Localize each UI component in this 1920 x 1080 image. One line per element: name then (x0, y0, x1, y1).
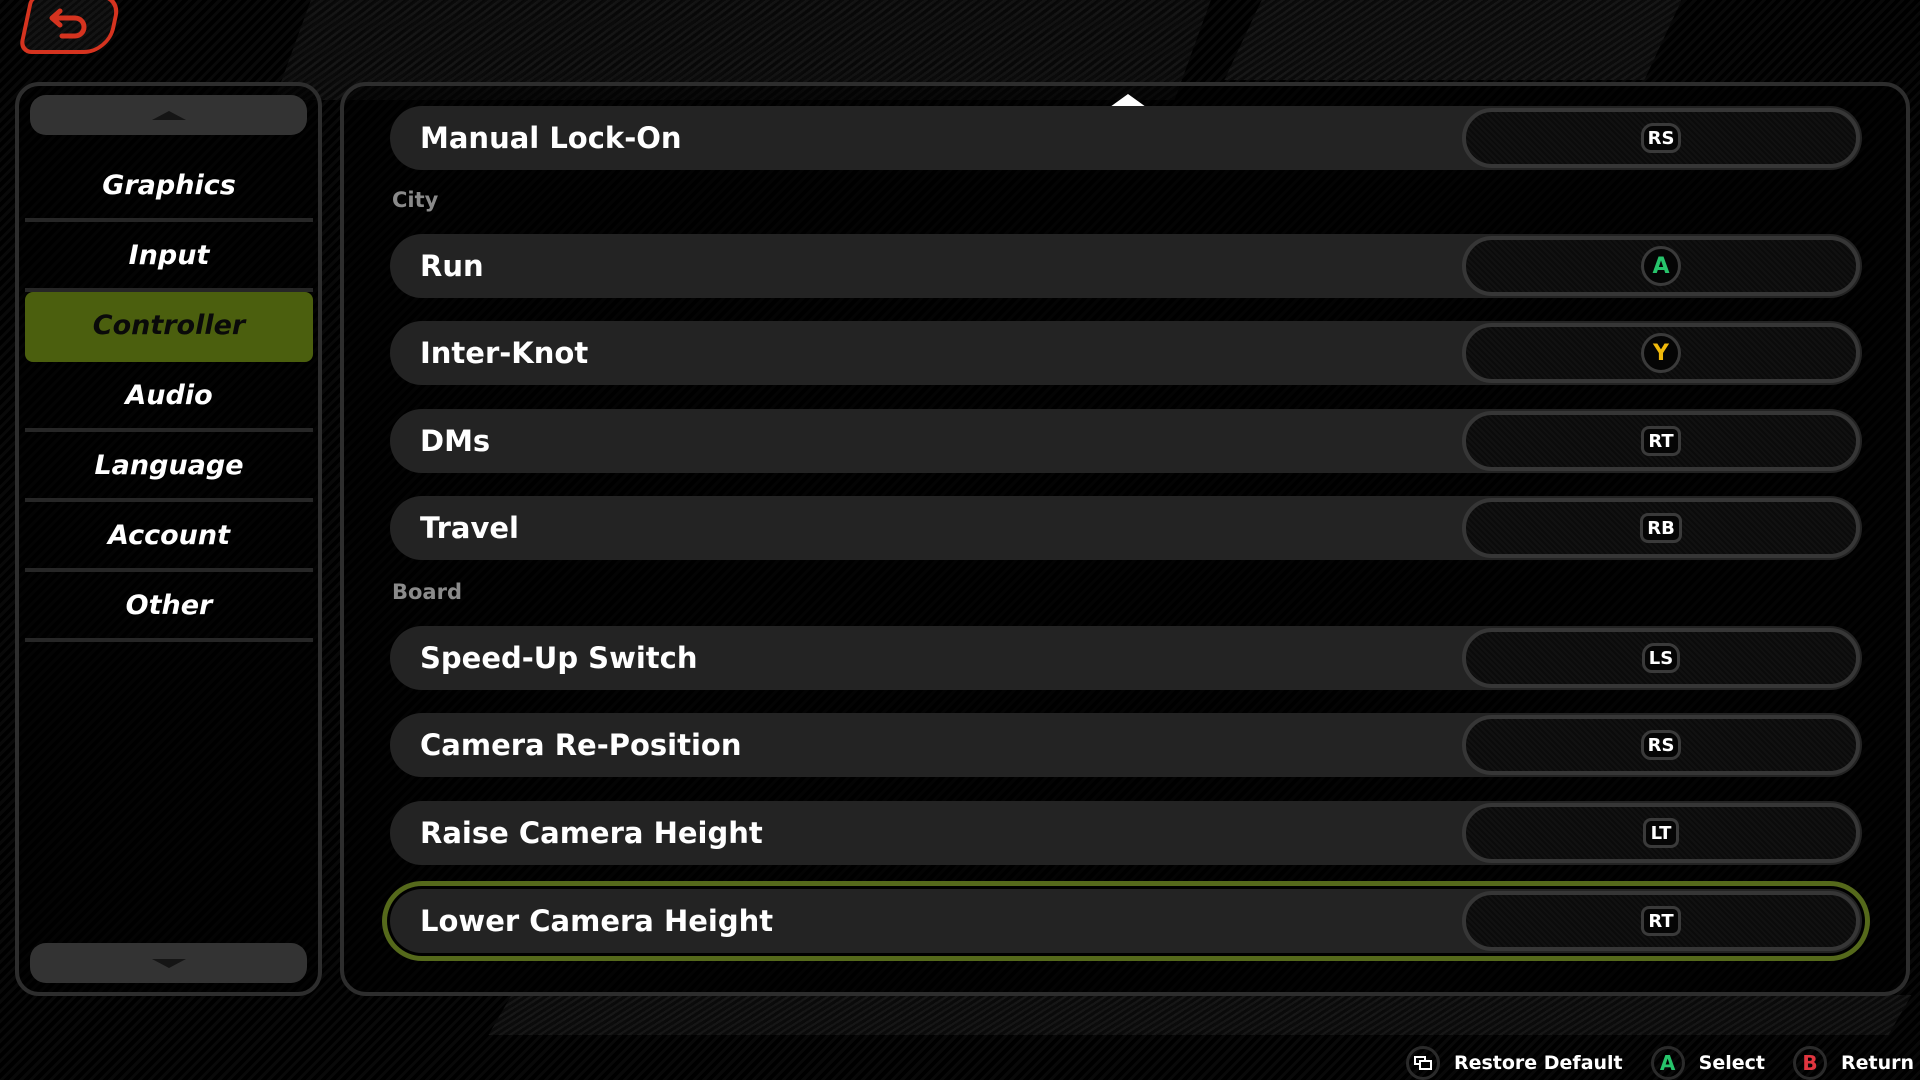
section-label-city: City (392, 188, 439, 212)
key-binding-button[interactable]: RT (1462, 891, 1860, 951)
key-binding-button[interactable]: Y (1462, 323, 1860, 383)
sidebar-item-label: Input (128, 239, 210, 271)
sidebar-item-controller[interactable]: Controller (25, 292, 313, 362)
key-binding-button[interactable]: RS (1462, 715, 1860, 775)
binding-label: Speed-Up Switch (420, 641, 698, 675)
background-logo-shape (1224, 0, 1696, 80)
rt-button-icon: RT (1641, 906, 1681, 936)
sidebar-item-graphics[interactable]: Graphics (25, 152, 313, 222)
binding-label: DMs (420, 424, 491, 458)
binding-row-dms[interactable]: DMs RT (390, 409, 1862, 473)
binding-label: Inter-Knot (420, 336, 589, 370)
select-label: Select (1698, 1052, 1765, 1074)
binding-row-camera-re-position[interactable]: Camera Re-Position RS (390, 713, 1862, 777)
key-binding-button[interactable]: A (1462, 236, 1860, 296)
background-logo-shape (488, 995, 1912, 1035)
rs-button-icon: RS (1640, 730, 1682, 760)
binding-row-speed-up-switch[interactable]: Speed-Up Switch LS (390, 626, 1862, 690)
binding-label: Camera Re-Position (420, 728, 742, 762)
binding-row-raise-camera-height[interactable]: Raise Camera Height LT (390, 801, 1862, 865)
sidebar-item-label: Other (125, 589, 213, 621)
y-button-icon: Y (1641, 333, 1681, 373)
a-button-icon: A (1641, 246, 1681, 286)
rs-button-icon: RS (1640, 123, 1682, 153)
b-button-icon: B (1792, 1046, 1827, 1080)
key-binding-button[interactable]: LT (1462, 803, 1860, 863)
select-button[interactable]: A Select (1650, 1046, 1765, 1080)
rb-button-icon: RB (1640, 513, 1682, 543)
key-bindings-panel: Manual Lock-On RS City Run A Inter-Knot … (340, 82, 1910, 996)
ls-button-icon: LS (1641, 643, 1681, 673)
key-binding-button[interactable]: LS (1462, 628, 1860, 688)
binding-label: Manual Lock-On (420, 121, 682, 155)
sidebar-item-label: Graphics (102, 169, 236, 201)
sidebar-item-audio[interactable]: Audio (25, 362, 313, 432)
return-button[interactable]: B Return (1792, 1046, 1914, 1080)
binding-label: Lower Camera Height (420, 904, 774, 938)
settings-category-sidebar: Graphics Input Controller Audio Language… (15, 82, 322, 996)
binding-row-run[interactable]: Run A (390, 234, 1862, 298)
return-arrow-icon (49, 8, 87, 39)
binding-label: Raise Camera Height (420, 816, 763, 850)
category-menu: Graphics Input Controller Audio Language… (25, 152, 313, 642)
sidebar-item-label: Account (108, 519, 230, 551)
key-binding-button[interactable]: RS (1462, 108, 1860, 168)
restore-default-button[interactable]: Restore Default (1405, 1046, 1623, 1080)
chevron-up-icon (151, 110, 186, 120)
lt-button-icon: LT (1643, 818, 1679, 848)
binding-row-manual-lock-on[interactable]: Manual Lock-On RS (390, 106, 1862, 170)
key-binding-button[interactable]: RT (1462, 411, 1860, 471)
binding-row-travel[interactable]: Travel RB (390, 496, 1862, 560)
sidebar-item-input[interactable]: Input (25, 222, 313, 292)
binding-label: Run (420, 249, 484, 283)
binding-label: Travel (420, 511, 519, 545)
button-hints-bar: Restore Default A Select B Return (1405, 1046, 1920, 1080)
sidebar-item-label: Audio (125, 379, 213, 411)
sidebar-item-label: Controller (92, 309, 246, 341)
sidebar-item-language[interactable]: Language (25, 432, 313, 502)
chevron-down-icon (151, 958, 186, 968)
sidebar-scroll-down-button[interactable] (30, 943, 307, 983)
return-label: Return (1840, 1052, 1914, 1074)
section-label-board: Board (392, 580, 462, 604)
sidebar-item-other[interactable]: Other (25, 572, 313, 642)
view-button-icon (1405, 1046, 1440, 1080)
rt-button-icon: RT (1641, 426, 1681, 456)
restore-default-label: Restore Default (1453, 1052, 1623, 1074)
sidebar-scroll-up-button[interactable] (30, 95, 307, 135)
a-button-icon: A (1650, 1046, 1685, 1080)
sidebar-item-account[interactable]: Account (25, 502, 313, 572)
sidebar-item-label: Language (94, 449, 244, 481)
key-binding-button[interactable]: RB (1462, 498, 1860, 558)
binding-row-inter-knot[interactable]: Inter-Knot Y (390, 321, 1862, 385)
binding-row-lower-camera-height[interactable]: Lower Camera Height RT (390, 889, 1862, 953)
